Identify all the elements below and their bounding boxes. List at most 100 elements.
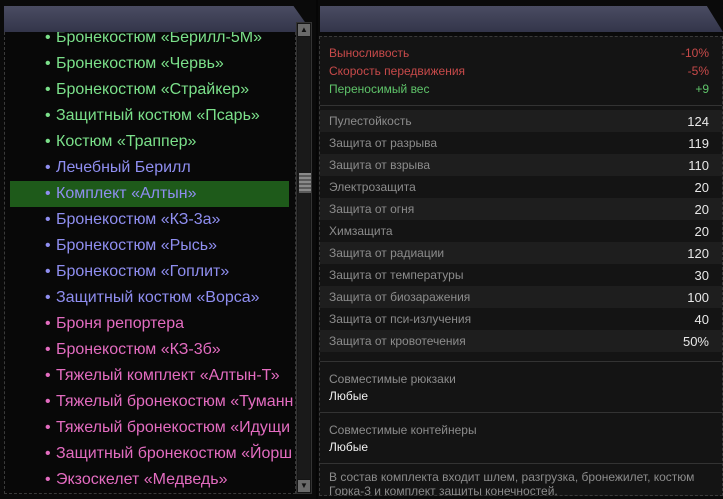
list-item-label: Костюм «Траппер» xyxy=(56,133,197,150)
item-details-header xyxy=(320,6,723,32)
list-item[interactable]: • Бронекостюм «КЗ-3а» xyxy=(5,207,295,233)
bullet-icon: • xyxy=(45,185,51,202)
list-item[interactable]: • Тяжелый бронекостюм «Идущи xyxy=(5,415,295,441)
item-details-panel: Выносливость -10% Скорость передвижения -5%… xyxy=(318,0,723,499)
bullet-icon: • xyxy=(45,55,51,72)
stat-name: Электрозащита xyxy=(329,180,416,194)
stat-value: 119 xyxy=(688,135,709,151)
modifier-name: Переносимый вес xyxy=(329,82,430,96)
scroll-thumb[interactable] xyxy=(299,173,311,193)
stat-name: Защита от температуры xyxy=(329,268,464,282)
list-item[interactable]: • Бронекостюм «Рысь» xyxy=(5,233,295,259)
bullet-icon: • xyxy=(45,159,51,176)
stat-name: Защита от огня xyxy=(329,202,415,216)
list-item-label: Экзоскелет «Медведь» xyxy=(56,471,228,488)
bullet-icon: • xyxy=(45,341,51,358)
item-list: • Бронекостюм «Берилл-5М» • Бронекостюм «Че… xyxy=(5,32,295,493)
stat-row: Защита от радиации 120 xyxy=(320,242,722,264)
list-item-label: Бронекостюм «Берилл-5М» xyxy=(56,32,262,46)
list-item[interactable]: • Защитный костюм «Псарь» xyxy=(5,103,295,129)
item-description: В состав комплекта входит шлем, разгрузк… xyxy=(329,470,695,496)
list-item-label: Лечебный Берилл xyxy=(56,159,191,176)
list-item-label: Бронекостюм «Страйкер» xyxy=(56,81,250,98)
list-item-label: Защитный бронекостюм «Йорш xyxy=(56,445,293,462)
modifier-name: Выносливость xyxy=(329,46,410,60)
list-item-label: Защитный костюм «Ворса» xyxy=(56,289,260,306)
scroll-track[interactable] xyxy=(298,37,311,479)
modifier-row: Выносливость -10% xyxy=(320,44,722,62)
compatible-containers: Совместимые контейнеры Любые xyxy=(320,413,722,463)
stat-row: Защита от разрыва 119 xyxy=(320,132,722,154)
compatible-containers-value: Любые xyxy=(329,440,369,454)
modifier-name: Скорость передвижения xyxy=(329,64,466,78)
stats-table: Пулестойкость 124 Защита от разрыва 119 Защи… xyxy=(320,106,722,352)
compatible-backpacks: Совместимые рюкзаки Любые xyxy=(320,362,722,412)
list-item-label: Бронекостюм «КЗ-3б» xyxy=(56,341,221,358)
stat-value: 110 xyxy=(688,157,709,173)
item-list-header xyxy=(4,6,312,32)
list-item[interactable]: • Экзоскелет «Медведь» xyxy=(5,467,295,493)
stat-value: 20 xyxy=(694,179,709,195)
stat-name: Защита от взрыва xyxy=(329,158,431,172)
modifier-row: Скорость передвижения -5% xyxy=(320,62,722,80)
list-item[interactable]: • Бронекостюм «Червь» xyxy=(5,51,295,77)
list-item-label: Тяжелый бронекостюм «Туманн xyxy=(56,393,294,410)
list-item[interactable]: • Бронекостюм «Гоплит» xyxy=(5,259,295,285)
stat-row: Защита от биозаражения 100 xyxy=(320,286,722,308)
modifier-row: Переносимый вес +9 xyxy=(320,80,722,98)
list-item[interactable]: • Защитный бронекостюм «Йорш xyxy=(5,441,295,467)
modifier-value: -5% xyxy=(687,64,709,78)
list-item-label: Бронекостюм «Рысь» xyxy=(56,237,218,254)
stat-row: Защита от огня 20 xyxy=(320,198,722,220)
stat-name: Защита от радиации xyxy=(329,246,445,260)
bullet-icon: • xyxy=(45,315,51,332)
stat-row: Химзащита 20 xyxy=(320,220,722,242)
item-list-panel: • Бронекостюм «Берилл-5М» • Бронекостюм «Че… xyxy=(0,0,316,499)
modifier-value: +9 xyxy=(695,82,709,96)
list-item-label: Бронекостюм «Гоплит» xyxy=(56,263,230,280)
stat-value: 50% xyxy=(682,333,709,349)
item-list-body: • Бронекостюм «Берилл-5М» • Бронекостюм «Че… xyxy=(4,32,296,494)
stat-value: 20 xyxy=(694,201,709,217)
list-item[interactable]: • Броня репортера xyxy=(5,311,295,337)
list-item-label: Комплект «Алтын» xyxy=(56,185,197,202)
compatible-containers-title: Совместимые контейнеры xyxy=(329,423,477,437)
list-item[interactable]: • Тяжелый комплект «Алтын-Т» xyxy=(5,363,295,389)
list-item[interactable]: • Защитный костюм «Ворса» xyxy=(5,285,295,311)
list-item-label: Бронекостюм «Червь» xyxy=(56,55,224,72)
item-list-scrollbar[interactable]: ▲ ▼ xyxy=(296,22,312,494)
scroll-down-arrow-icon[interactable]: ▼ xyxy=(298,480,310,492)
list-item[interactable]: • Бронекостюм «Берилл-5М» xyxy=(5,32,295,51)
list-item[interactable]: • Тяжелый бронекостюм «Туманн xyxy=(5,389,295,415)
modifier-value: -10% xyxy=(680,46,709,60)
stat-name: Пулестойкость xyxy=(329,114,412,128)
bullet-icon: • xyxy=(45,289,51,306)
list-item[interactable]: • Бронекостюм «КЗ-3б» xyxy=(5,337,295,363)
compatible-backpacks-value: Любые xyxy=(329,389,369,403)
stat-value: 124 xyxy=(687,113,709,129)
frame-corner-icon xyxy=(717,37,722,42)
list-item-label: Тяжелый комплект «Алтын-Т» xyxy=(56,367,280,384)
bullet-icon: • xyxy=(45,393,51,410)
bullet-icon: • xyxy=(45,32,51,46)
stat-row: Пулестойкость 124 xyxy=(320,110,722,132)
list-item[interactable]: • Комплект «Алтын» xyxy=(10,181,289,207)
stat-value: 20 xyxy=(694,223,709,239)
stat-value: 30 xyxy=(694,267,709,283)
stat-row: Электрозащита 20 xyxy=(320,176,722,198)
bullet-icon: • xyxy=(45,211,51,228)
bullet-icon: • xyxy=(45,263,51,280)
stat-name: Защита от кровотечения xyxy=(329,334,466,348)
item-details-body: Выносливость -10% Скорость передвижения -5%… xyxy=(319,36,723,496)
stat-name: Защита от разрыва xyxy=(329,136,438,150)
scroll-up-arrow-icon[interactable]: ▲ xyxy=(298,24,310,36)
list-item[interactable]: • Лечебный Берилл xyxy=(5,155,295,181)
stat-row: Защита от взрыва 110 xyxy=(320,154,722,176)
stat-row: Защита от температуры 30 xyxy=(320,264,722,286)
list-item-label: Броня репортера xyxy=(56,315,184,332)
bullet-icon: • xyxy=(45,471,51,488)
list-item[interactable]: • Костюм «Траппер» xyxy=(5,129,295,155)
bullet-icon: • xyxy=(45,445,51,462)
list-item[interactable]: • Бронекостюм «Страйкер» xyxy=(5,77,295,103)
bullet-icon: • xyxy=(45,419,51,436)
